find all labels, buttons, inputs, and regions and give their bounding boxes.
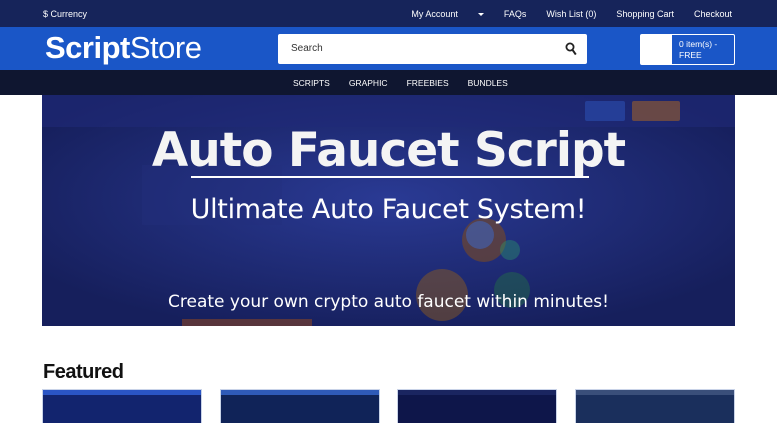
featured-item[interactable] — [397, 389, 557, 423]
featured-item-thumbnail — [43, 390, 201, 423]
featured-item[interactable] — [220, 389, 380, 423]
my-account-link[interactable]: My Account — [391, 9, 484, 19]
nav-item-freebies[interactable]: FREEBIES — [407, 78, 449, 88]
logo[interactable]: ScriptStore — [45, 30, 202, 66]
shopping-cart-link[interactable]: Shopping Cart — [616, 9, 674, 19]
search-placeholder: Search — [291, 43, 323, 54]
chevron-down-icon — [477, 13, 484, 17]
top-links: My Account FAQs Wish List (0) Shopping C… — [371, 9, 732, 19]
currency-selector[interactable]: $ Currency — [43, 9, 87, 19]
cart-icon — [641, 35, 672, 64]
featured-item[interactable] — [42, 389, 202, 423]
checkout-link[interactable]: Checkout — [694, 9, 732, 19]
nav-item-graphic[interactable]: GRAPHIC — [349, 78, 388, 88]
wishlist-link[interactable]: Wish List (0) — [546, 9, 596, 19]
featured-item-thumbnail — [221, 390, 379, 423]
hero-title-underline — [191, 176, 589, 178]
header: ScriptStore Search 0 item(s) - FREE — [0, 27, 777, 70]
nav-item-scripts[interactable]: SCRIPTS — [293, 78, 330, 88]
my-account-label: My Account — [411, 9, 458, 19]
nav-item-bundles[interactable]: BUNDLES — [468, 78, 508, 88]
featured-heading: Featured — [43, 361, 124, 383]
cart-total: FREE — [679, 50, 702, 60]
search-icon[interactable] — [565, 42, 577, 56]
hero-tagline: Create your own crypto auto faucet withi… — [168, 292, 609, 312]
logo-store: Store — [129, 30, 202, 65]
cart-summary: 0 item(s) - FREE — [679, 39, 717, 61]
main-nav: SCRIPTS GRAPHIC FREEBIES BUNDLES — [0, 70, 777, 95]
search-input[interactable]: Search — [278, 34, 587, 64]
cart-button[interactable]: 0 item(s) - FREE — [640, 34, 735, 65]
hero-title: Auto Faucet Script — [151, 123, 626, 178]
faqs-link[interactable]: FAQs — [504, 9, 527, 19]
cart-count: 0 item(s) - — [679, 39, 718, 49]
hero-banner[interactable]: Auto Faucet Script Ultimate Auto Faucet … — [42, 95, 735, 326]
featured-item-thumbnail — [398, 390, 556, 423]
featured-item-thumbnail — [576, 390, 734, 423]
logo-script: Script — [45, 30, 130, 65]
hero-subtitle: Ultimate Auto Faucet System! — [190, 194, 587, 225]
top-bar: $ Currency My Account FAQs Wish List (0)… — [0, 0, 777, 27]
featured-item[interactable] — [575, 389, 735, 423]
